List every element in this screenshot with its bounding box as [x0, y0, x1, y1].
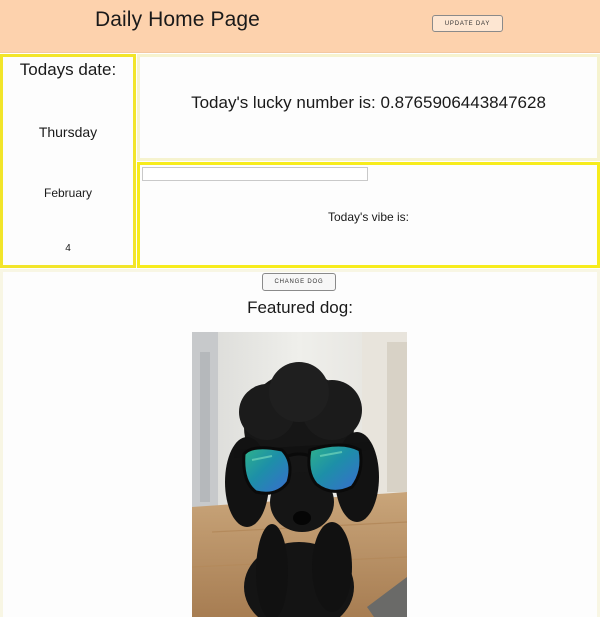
date-month: February — [43, 186, 93, 200]
update-day-button[interactable]: UPDATE DAY — [432, 15, 503, 32]
vibe-label: Today's vibe is: — [328, 210, 409, 224]
featured-dog-title: Featured dog: — [247, 298, 353, 317]
date-panel: Todays date: Thursday February 4 — [0, 54, 136, 268]
date-weekday: Thursday — [38, 124, 98, 140]
featured-dog-photo — [192, 332, 407, 617]
daily-home-page: Daily Home Page UPDATE DAY Todays date: … — [0, 0, 600, 617]
lucky-number-text: Today's lucky number is: 0.8765906443847… — [191, 93, 546, 112]
date-title: Todays date: — [19, 60, 117, 79]
lucky-number-panel: Today's lucky number is: 0.8765906443847… — [137, 54, 600, 161]
date-day: 4 — [65, 243, 71, 254]
page-title: Daily Home Page — [95, 8, 260, 31]
vibe-input[interactable] — [142, 167, 368, 181]
header-bar: Daily Home Page — [0, 0, 600, 53]
change-dog-button[interactable]: CHANGE DOG — [262, 273, 336, 291]
vibe-panel: Today's vibe is: — [137, 162, 600, 268]
